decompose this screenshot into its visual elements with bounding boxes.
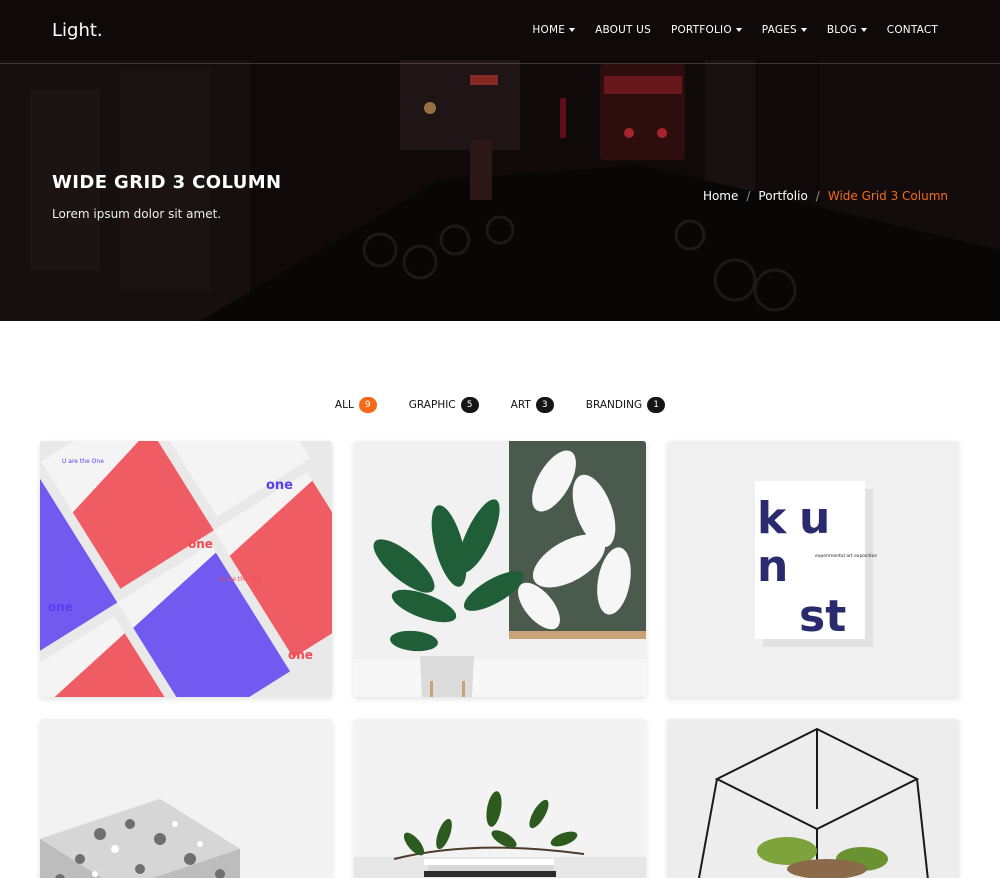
filter-graphic[interactable]: GRAPHIC 5 (409, 397, 479, 413)
breadcrumb-portfolio-link[interactable]: Portfolio (758, 189, 807, 203)
nav-item-label: PORTFOLIO (670, 24, 732, 36)
poster-letter: st (799, 591, 846, 642)
page-header-hero: Light. HOME ABOUT US PORTFOLIO PAGES BLO… (0, 0, 1000, 321)
breadcrumb-home-link[interactable]: Home (703, 189, 738, 203)
poster-word: one (188, 537, 213, 551)
breadcrumb-current: Wide Grid 3 Column (827, 189, 948, 203)
portfolio-item-mosaic-box[interactable] (40, 719, 332, 878)
nav-item-about-us[interactable]: ABOUT US (595, 24, 651, 36)
breadcrumb-separator: / (815, 189, 820, 203)
poster-caption: experimental art exposition (815, 553, 877, 559)
page-subtitle: Lorem ipsum dolor sit amet. (52, 207, 222, 221)
mosaic-box-image (40, 719, 332, 878)
nav-item-contact[interactable]: CONTACT (887, 24, 938, 36)
nav-item-label: BLOG (826, 24, 857, 36)
portfolio-filters: ALL 9 GRAPHIC 5 ART 3 BRANDING 1 (0, 397, 1000, 413)
breadcrumb: Home / Portfolio / Wide Grid 3 Column (703, 189, 948, 203)
poster-word: one (266, 478, 293, 493)
filter-label: ALL (334, 399, 354, 411)
brand-logo[interactable]: Light. (52, 20, 103, 41)
nav-item-pages[interactable]: PAGES (762, 24, 807, 36)
filter-label: BRANDING (585, 399, 643, 411)
portfolio-item-one-poster[interactable]: one one one one U are the One U are the … (40, 441, 332, 697)
count-badge: 3 (535, 397, 554, 413)
poster-caption: U are the One (62, 458, 104, 465)
portfolio-item-terrarium[interactable] (667, 719, 959, 878)
caret-down-icon (800, 28, 807, 32)
poster-word: one (48, 600, 73, 614)
filter-label: GRAPHIC (408, 399, 456, 411)
filter-branding[interactable]: BRANDING 1 (585, 397, 666, 413)
portfolio-item-plant[interactable] (354, 441, 646, 697)
nav-item-home[interactable]: HOME (532, 24, 576, 36)
count-badge: 1 (647, 397, 666, 413)
filter-label: ART (510, 399, 531, 411)
poster-letter: u (799, 493, 830, 544)
nav-item-portfolio[interactable]: PORTFOLIO (671, 24, 742, 36)
page-title: WIDE GRID 3 COLUMN (52, 172, 282, 193)
portfolio-item-kunst-poster[interactable]: k u n st experimental art exposition (667, 441, 959, 697)
caret-down-icon (860, 28, 867, 32)
filter-all[interactable]: ALL 9 (335, 397, 377, 413)
count-badge: 9 (358, 397, 377, 413)
poster-letter: k (757, 493, 788, 544)
one-poster-image: one one one one U are the One U are the … (40, 441, 332, 697)
main-menu: HOME ABOUT US PORTFOLIO PAGES BLOG CONTA… (512, 24, 938, 36)
nav-item-label: CONTACT (886, 24, 938, 36)
portfolio-item-branch[interactable] (354, 719, 646, 878)
branch-on-books-image (354, 719, 646, 878)
poster-caption: U are the One (220, 576, 262, 583)
nav-item-label: HOME (532, 24, 566, 36)
filter-art[interactable]: ART 3 (511, 397, 554, 413)
nav-item-label: PAGES (761, 24, 797, 36)
breadcrumb-separator: / (746, 189, 751, 203)
nav-item-blog[interactable]: BLOG (827, 24, 867, 36)
glass-terrarium-image (667, 719, 959, 878)
top-navbar: Light. HOME ABOUT US PORTFOLIO PAGES BLO… (0, 0, 1000, 64)
poster-letter: n (757, 541, 788, 592)
kunst-poster-image: k u n st experimental art exposition (667, 441, 959, 697)
caret-down-icon (735, 28, 742, 32)
count-badge: 5 (460, 397, 479, 413)
caret-down-icon (569, 28, 576, 32)
poster-word: one (288, 648, 313, 662)
nav-item-label: ABOUT US (595, 24, 651, 36)
plant-in-pot-image (354, 441, 646, 697)
